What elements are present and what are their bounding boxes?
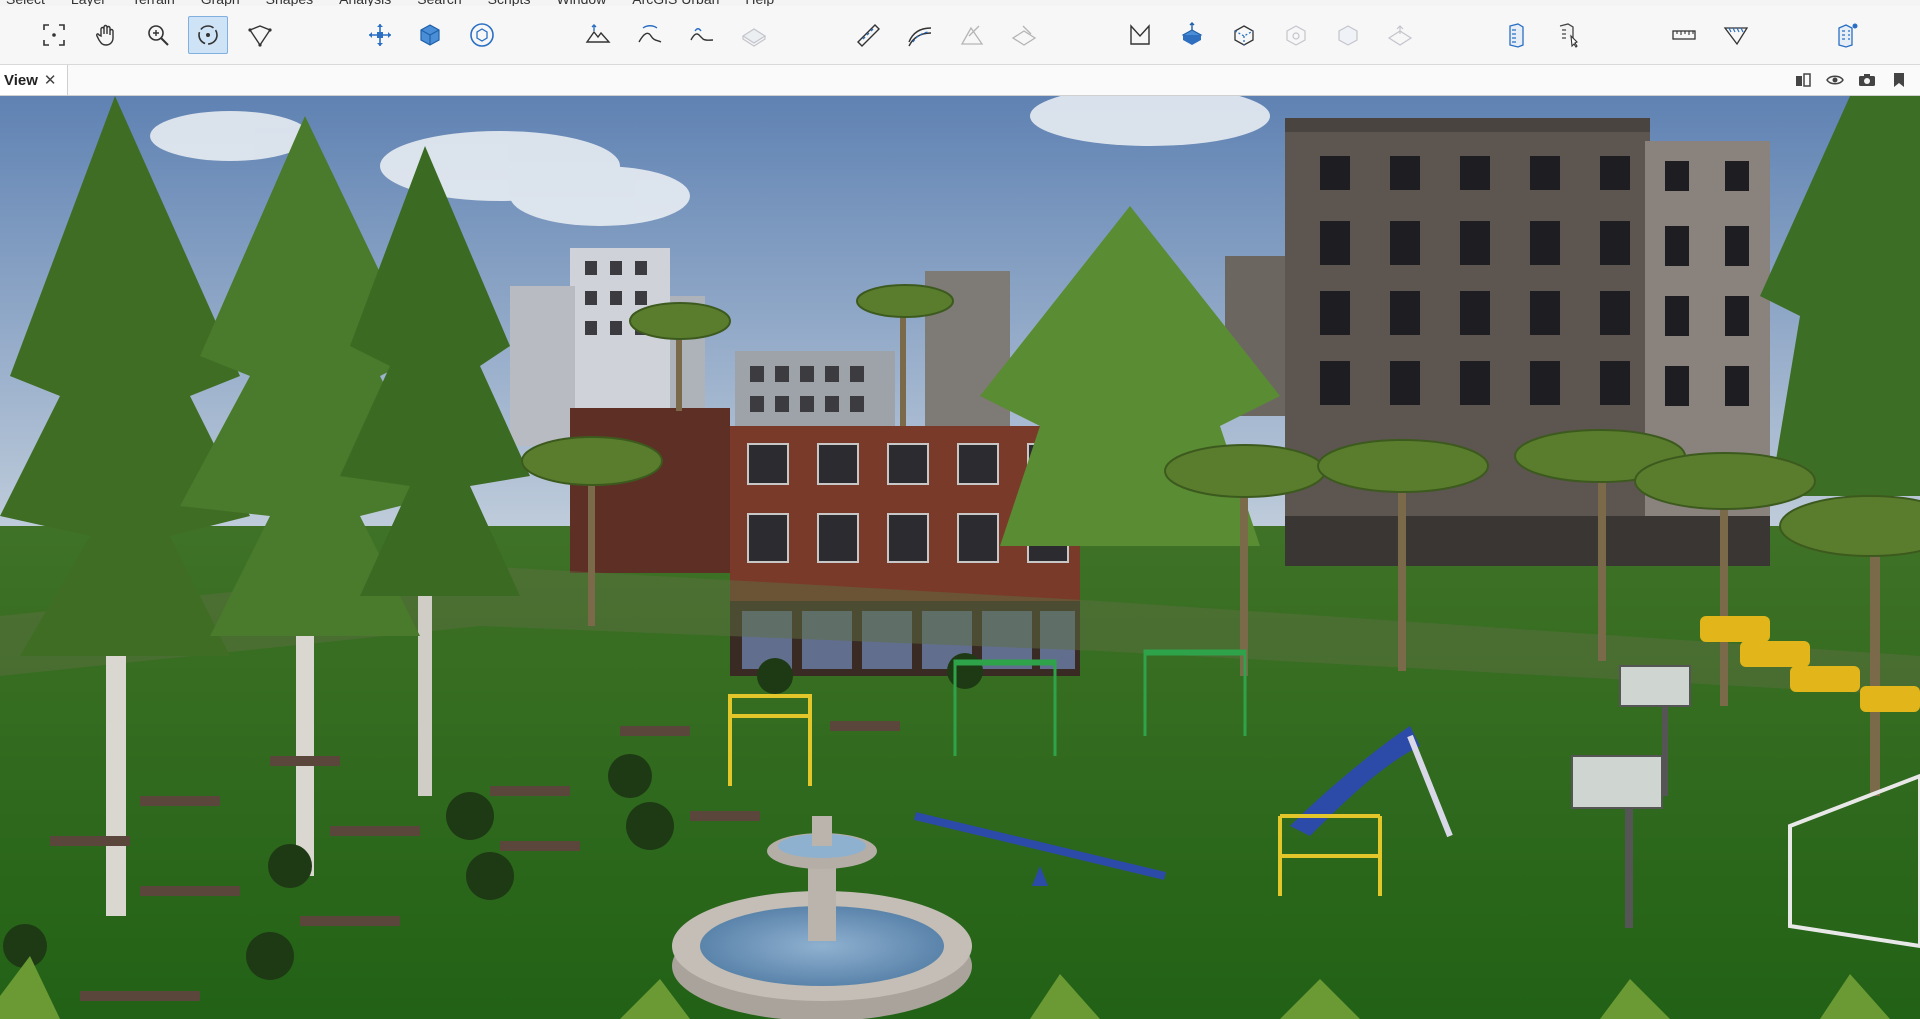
rotate-box-icon[interactable]	[462, 16, 502, 54]
street-curve-icon[interactable]	[900, 16, 940, 54]
view-tab-bar: View ✕	[0, 65, 1920, 96]
terrain-flatten-icon[interactable]	[682, 16, 722, 54]
cube-ghost-icon[interactable]	[1328, 16, 1368, 54]
cube-outline-icon[interactable]	[1224, 16, 1264, 54]
building-select-icon[interactable]	[1548, 16, 1588, 54]
tab-view[interactable]: View ✕	[0, 65, 68, 95]
extrude-icon[interactable]	[1172, 16, 1212, 54]
layout-icon[interactable]	[1794, 71, 1812, 89]
fly-path-icon[interactable]	[240, 16, 280, 54]
move-icon[interactable]	[360, 16, 400, 54]
visibility-icon[interactable]	[1826, 71, 1844, 89]
orbit-icon[interactable]	[188, 16, 228, 54]
3d-viewport[interactable]	[0, 96, 1920, 1019]
view-controls	[1794, 71, 1908, 89]
camera-icon[interactable]	[1858, 71, 1876, 89]
bookmark-icon[interactable]	[1890, 71, 1908, 89]
box-icon[interactable]	[410, 16, 450, 54]
urban-building-icon[interactable]	[1826, 16, 1866, 54]
street-edit-icon[interactable]	[952, 16, 992, 54]
pan-hand-icon[interactable]	[86, 16, 126, 54]
building-icon[interactable]	[1496, 16, 1536, 54]
terrain-smooth-icon[interactable]	[630, 16, 670, 54]
tab-view-label: View	[4, 71, 38, 89]
street-split-icon[interactable]	[1004, 16, 1044, 54]
city-park-scene	[0, 96, 1920, 1019]
main-toolbar	[0, 6, 1920, 65]
street-straight-icon[interactable]	[848, 16, 888, 54]
terrain-disabled-icon[interactable]	[734, 16, 774, 54]
terrain-raise-icon[interactable]	[578, 16, 618, 54]
frame-icon[interactable]	[34, 16, 74, 54]
polygon-icon[interactable]	[1120, 16, 1160, 54]
measure-area-icon[interactable]	[1716, 16, 1756, 54]
ruler-icon[interactable]	[1664, 16, 1704, 54]
close-icon[interactable]: ✕	[44, 71, 57, 89]
cube-flat-icon[interactable]	[1380, 16, 1420, 54]
cube-dim-icon[interactable]	[1276, 16, 1316, 54]
zoom-icon[interactable]	[138, 16, 178, 54]
